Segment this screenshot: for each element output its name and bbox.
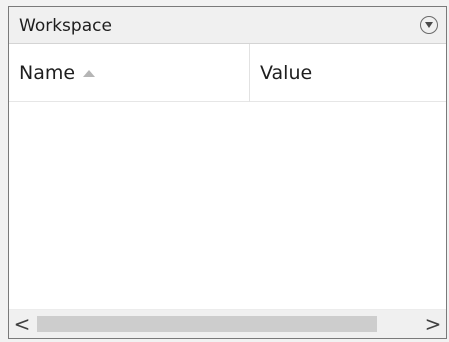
scroll-left-button[interactable]: < <box>9 310 35 338</box>
table-header-row: Name Value <box>9 44 446 102</box>
horizontal-scrollbar[interactable]: < > <box>9 309 446 338</box>
column-header-name[interactable]: Name <box>19 44 249 102</box>
chevron-down-circle-icon <box>425 22 433 28</box>
column-resize-handle[interactable] <box>249 44 250 102</box>
panel-menu-button[interactable] <box>420 16 438 34</box>
workspace-panel: Workspace Name Value < > <box>8 6 447 339</box>
panel-titlebar: Workspace <box>9 7 446 44</box>
panel-title: Workspace <box>19 16 112 36</box>
column-header-name-label: Name <box>19 62 76 84</box>
scroll-right-button[interactable]: > <box>420 310 446 338</box>
column-header-value-label: Value <box>260 62 313 84</box>
chevron-right-icon: > <box>424 312 442 336</box>
scrollbar-thumb[interactable] <box>37 316 377 332</box>
chevron-left-icon: < <box>13 312 31 336</box>
sort-ascending-icon <box>83 69 96 77</box>
column-header-value[interactable]: Value <box>260 44 440 102</box>
table-body <box>9 102 446 309</box>
